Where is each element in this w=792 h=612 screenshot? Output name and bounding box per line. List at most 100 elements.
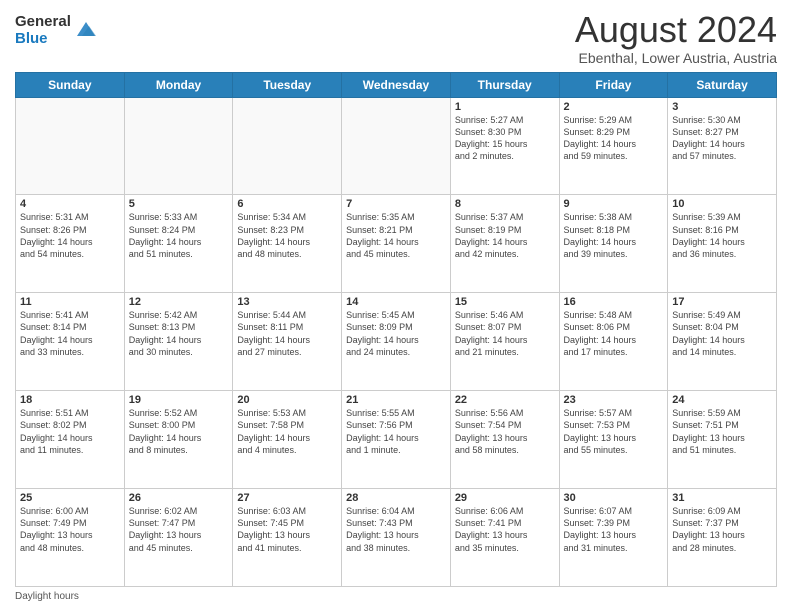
day-info: Sunrise: 6:03 AMSunset: 7:45 PMDaylight:… <box>237 505 337 554</box>
day-info: Sunrise: 6:07 AMSunset: 7:39 PMDaylight:… <box>564 505 664 554</box>
header: General Blue August 2024 Ebenthal, Lower… <box>15 10 777 66</box>
day-info: Sunrise: 5:51 AMSunset: 8:02 PMDaylight:… <box>20 407 120 456</box>
calendar-cell: 26Sunrise: 6:02 AMSunset: 7:47 PMDayligh… <box>124 489 233 587</box>
day-info: Sunrise: 5:53 AMSunset: 7:58 PMDaylight:… <box>237 407 337 456</box>
day-info: Sunrise: 6:04 AMSunset: 7:43 PMDaylight:… <box>346 505 446 554</box>
month-title: August 2024 <box>575 10 777 50</box>
calendar-cell: 12Sunrise: 5:42 AMSunset: 8:13 PMDayligh… <box>124 293 233 391</box>
day-info: Sunrise: 6:06 AMSunset: 7:41 PMDaylight:… <box>455 505 555 554</box>
calendar-cell: 19Sunrise: 5:52 AMSunset: 8:00 PMDayligh… <box>124 391 233 489</box>
day-number: 23 <box>564 394 664 406</box>
day-number: 26 <box>129 492 229 504</box>
calendar-cell: 25Sunrise: 6:00 AMSunset: 7:49 PMDayligh… <box>16 489 125 587</box>
day-info: Sunrise: 6:09 AMSunset: 7:37 PMDaylight:… <box>672 505 772 554</box>
calendar-table: SundayMondayTuesdayWednesdayThursdayFrid… <box>15 72 777 587</box>
day-info: Sunrise: 5:45 AMSunset: 8:09 PMDaylight:… <box>346 309 446 358</box>
day-info: Sunrise: 5:44 AMSunset: 8:11 PMDaylight:… <box>237 309 337 358</box>
day-number: 15 <box>455 296 555 308</box>
footer: Daylight hours <box>15 591 777 602</box>
calendar-cell: 21Sunrise: 5:55 AMSunset: 7:56 PMDayligh… <box>342 391 451 489</box>
weekday-header-monday: Monday <box>124 72 233 97</box>
logo-text: General Blue <box>15 14 71 47</box>
day-info: Sunrise: 6:02 AMSunset: 7:47 PMDaylight:… <box>129 505 229 554</box>
day-info: Sunrise: 5:46 AMSunset: 8:07 PMDaylight:… <box>455 309 555 358</box>
calendar-cell: 8Sunrise: 5:37 AMSunset: 8:19 PMDaylight… <box>450 195 559 293</box>
calendar-cell: 3Sunrise: 5:30 AMSunset: 8:27 PMDaylight… <box>668 97 777 195</box>
day-number: 7 <box>346 198 446 210</box>
day-number: 21 <box>346 394 446 406</box>
day-info: Sunrise: 5:55 AMSunset: 7:56 PMDaylight:… <box>346 407 446 456</box>
week-row-2: 4Sunrise: 5:31 AMSunset: 8:26 PMDaylight… <box>16 195 777 293</box>
weekday-header-wednesday: Wednesday <box>342 72 451 97</box>
day-info: Sunrise: 5:30 AMSunset: 8:27 PMDaylight:… <box>672 114 772 163</box>
day-number: 8 <box>455 198 555 210</box>
day-info: Sunrise: 5:42 AMSunset: 8:13 PMDaylight:… <box>129 309 229 358</box>
calendar-cell: 31Sunrise: 6:09 AMSunset: 7:37 PMDayligh… <box>668 489 777 587</box>
calendar-cell: 27Sunrise: 6:03 AMSunset: 7:45 PMDayligh… <box>233 489 342 587</box>
day-info: Sunrise: 5:48 AMSunset: 8:06 PMDaylight:… <box>564 309 664 358</box>
calendar-cell: 30Sunrise: 6:07 AMSunset: 7:39 PMDayligh… <box>559 489 668 587</box>
calendar-cell: 1Sunrise: 5:27 AMSunset: 8:30 PMDaylight… <box>450 97 559 195</box>
calendar-cell: 5Sunrise: 5:33 AMSunset: 8:24 PMDaylight… <box>124 195 233 293</box>
weekday-header-row: SundayMondayTuesdayWednesdayThursdayFrid… <box>16 72 777 97</box>
calendar-cell: 15Sunrise: 5:46 AMSunset: 8:07 PMDayligh… <box>450 293 559 391</box>
calendar-cell <box>233 97 342 195</box>
week-row-4: 18Sunrise: 5:51 AMSunset: 8:02 PMDayligh… <box>16 391 777 489</box>
day-number: 29 <box>455 492 555 504</box>
day-info: Sunrise: 5:39 AMSunset: 8:16 PMDaylight:… <box>672 211 772 260</box>
calendar-cell: 23Sunrise: 5:57 AMSunset: 7:53 PMDayligh… <box>559 391 668 489</box>
calendar-cell <box>342 97 451 195</box>
location-title: Ebenthal, Lower Austria, Austria <box>575 50 777 66</box>
daylight-label: Daylight hours <box>15 591 79 602</box>
day-info: Sunrise: 5:57 AMSunset: 7:53 PMDaylight:… <box>564 407 664 456</box>
day-info: Sunrise: 5:38 AMSunset: 8:18 PMDaylight:… <box>564 211 664 260</box>
calendar-cell: 9Sunrise: 5:38 AMSunset: 8:18 PMDaylight… <box>559 195 668 293</box>
day-number: 31 <box>672 492 772 504</box>
page: General Blue August 2024 Ebenthal, Lower… <box>0 0 792 612</box>
calendar-cell <box>16 97 125 195</box>
day-number: 17 <box>672 296 772 308</box>
day-number: 18 <box>20 394 120 406</box>
calendar-cell: 28Sunrise: 6:04 AMSunset: 7:43 PMDayligh… <box>342 489 451 587</box>
day-info: Sunrise: 5:59 AMSunset: 7:51 PMDaylight:… <box>672 407 772 456</box>
day-number: 5 <box>129 198 229 210</box>
weekday-header-tuesday: Tuesday <box>233 72 342 97</box>
day-number: 4 <box>20 198 120 210</box>
calendar-cell: 10Sunrise: 5:39 AMSunset: 8:16 PMDayligh… <box>668 195 777 293</box>
calendar-cell: 29Sunrise: 6:06 AMSunset: 7:41 PMDayligh… <box>450 489 559 587</box>
day-number: 13 <box>237 296 337 308</box>
logo: General Blue <box>15 14 97 47</box>
day-info: Sunrise: 5:49 AMSunset: 8:04 PMDaylight:… <box>672 309 772 358</box>
day-number: 24 <box>672 394 772 406</box>
day-number: 25 <box>20 492 120 504</box>
calendar-cell <box>124 97 233 195</box>
logo-blue: Blue <box>15 31 71 48</box>
calendar-cell: 18Sunrise: 5:51 AMSunset: 8:02 PMDayligh… <box>16 391 125 489</box>
day-number: 14 <box>346 296 446 308</box>
day-number: 3 <box>672 101 772 113</box>
calendar-cell: 13Sunrise: 5:44 AMSunset: 8:11 PMDayligh… <box>233 293 342 391</box>
day-number: 11 <box>20 296 120 308</box>
day-number: 9 <box>564 198 664 210</box>
calendar-cell: 6Sunrise: 5:34 AMSunset: 8:23 PMDaylight… <box>233 195 342 293</box>
week-row-5: 25Sunrise: 6:00 AMSunset: 7:49 PMDayligh… <box>16 489 777 587</box>
calendar-cell: 16Sunrise: 5:48 AMSunset: 8:06 PMDayligh… <box>559 293 668 391</box>
title-area: August 2024 Ebenthal, Lower Austria, Aus… <box>575 10 777 66</box>
day-number: 16 <box>564 296 664 308</box>
day-number: 1 <box>455 101 555 113</box>
calendar-cell: 11Sunrise: 5:41 AMSunset: 8:14 PMDayligh… <box>16 293 125 391</box>
day-info: Sunrise: 5:56 AMSunset: 7:54 PMDaylight:… <box>455 407 555 456</box>
week-row-3: 11Sunrise: 5:41 AMSunset: 8:14 PMDayligh… <box>16 293 777 391</box>
calendar-cell: 7Sunrise: 5:35 AMSunset: 8:21 PMDaylight… <box>342 195 451 293</box>
day-info: Sunrise: 5:41 AMSunset: 8:14 PMDaylight:… <box>20 309 120 358</box>
day-number: 12 <box>129 296 229 308</box>
day-number: 30 <box>564 492 664 504</box>
calendar-cell: 24Sunrise: 5:59 AMSunset: 7:51 PMDayligh… <box>668 391 777 489</box>
weekday-header-thursday: Thursday <box>450 72 559 97</box>
day-number: 27 <box>237 492 337 504</box>
week-row-1: 1Sunrise: 5:27 AMSunset: 8:30 PMDaylight… <box>16 97 777 195</box>
day-number: 20 <box>237 394 337 406</box>
calendar-cell: 20Sunrise: 5:53 AMSunset: 7:58 PMDayligh… <box>233 391 342 489</box>
day-number: 19 <box>129 394 229 406</box>
day-info: Sunrise: 5:52 AMSunset: 8:00 PMDaylight:… <box>129 407 229 456</box>
